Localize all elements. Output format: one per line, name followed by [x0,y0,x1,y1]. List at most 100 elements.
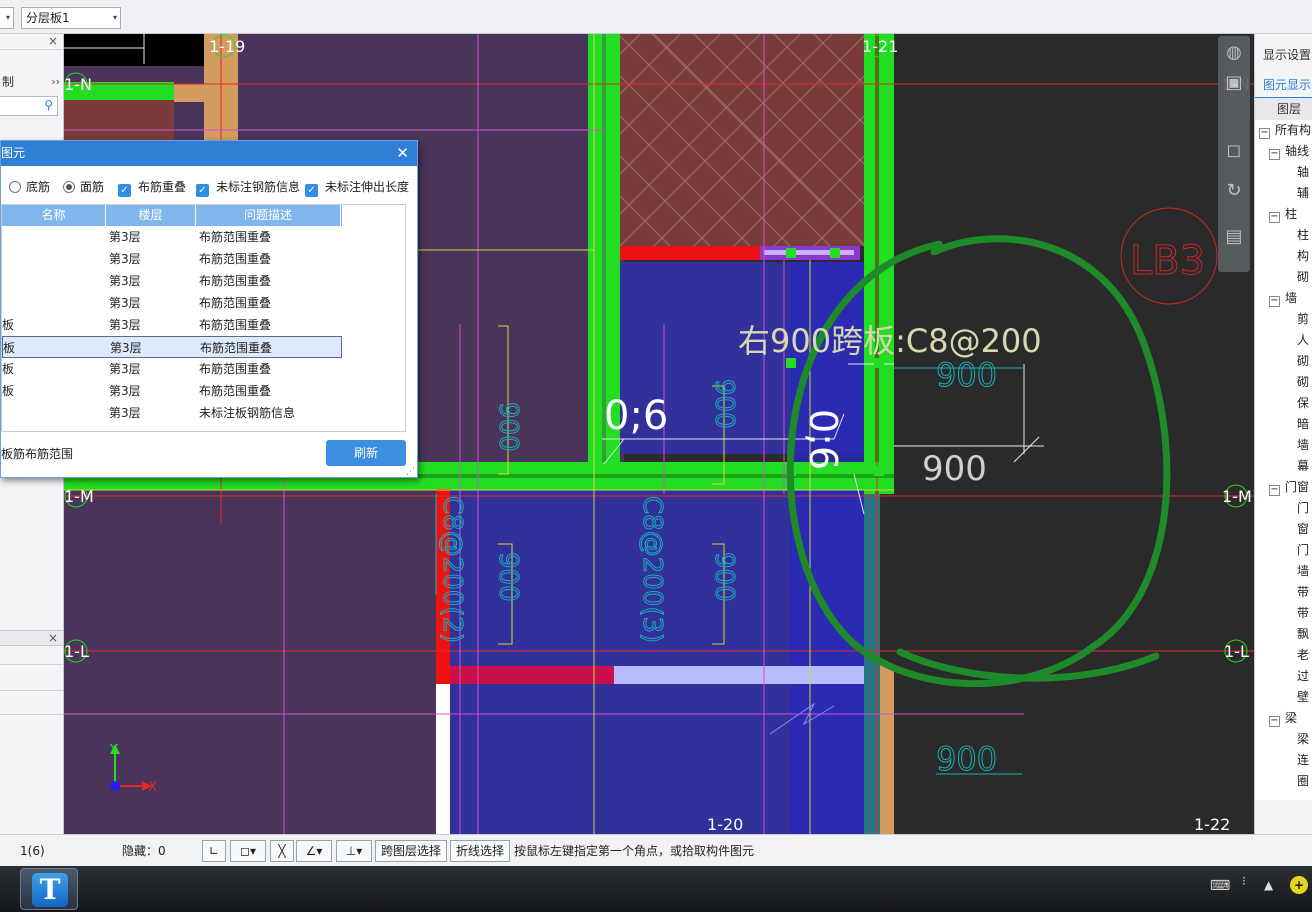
tree-item[interactable]: 剪 [1297,309,1309,330]
tree-item[interactable]: 带 [1297,582,1309,603]
checkbox-overlap[interactable]: ✓ 布筋重叠 [118,177,186,197]
table-row[interactable]: 第3层 布筋范围重叠 [2,248,342,270]
ortho-toggle[interactable]: ∟ [202,840,226,862]
tree-item[interactable]: 构 [1297,246,1309,267]
tab-element-display[interactable]: 图元显示 [1255,72,1312,98]
checkbox-label: 未标注伸出长度 [325,180,410,194]
radio-top-rebar[interactable]: 面筋 [63,177,104,197]
tree-item-label: 砌 [1297,354,1310,368]
polyline-select-button[interactable]: 折线选择 [450,840,510,862]
tree-item[interactable]: − 门窗 [1269,477,1309,498]
table-row[interactable]: 第3层 布筋范围重叠 [2,226,342,248]
expand-icon[interactable]: ›› [51,72,60,92]
layout-icon[interactable]: ▤ [1223,226,1245,248]
close-icon[interactable]: × [48,34,58,48]
tree-item[interactable]: 门 [1297,498,1309,519]
tree-item[interactable]: 圈 [1297,771,1309,792]
table-row[interactable]: 第3层 布筋范围重叠 [2,270,342,292]
table-row[interactable]: 第3层 布筋范围重叠 [2,292,342,314]
resize-grip-icon[interactable]: ⋰ [406,467,415,477]
tree-item[interactable]: 砌 [1297,372,1309,393]
tree-item[interactable]: 保 [1297,393,1309,414]
dialog-titlebar[interactable]: 图元 ✕ [1,141,417,166]
tree-item-label: 梁 [1297,732,1310,746]
column-header-name[interactable]: 名称 [2,205,106,226]
left-panel-item[interactable]: 制 ›› [0,72,63,92]
tree-item[interactable]: 连 [1297,750,1309,771]
tree-item[interactable]: − 柱 [1269,204,1297,225]
refresh-button[interactable]: 刷新 [326,440,406,466]
tree-item[interactable]: − 墙 [1269,288,1297,309]
tree-item[interactable]: 壁 [1297,687,1309,708]
tree-item[interactable]: − 梁 [1269,708,1297,729]
keyboard-icon[interactable]: ⌨ [1210,878,1230,894]
table-row[interactable]: 板 第3层 布筋范围重叠 [2,314,342,336]
tree-item[interactable]: 人 [1297,330,1309,351]
tree-item[interactable]: 砌 [1297,267,1309,288]
tree-item[interactable]: 门 [1297,540,1309,561]
tree-item[interactable]: 带 [1297,603,1309,624]
dialog-title: 图元 [1,146,26,160]
tree-item[interactable]: 幕 [1297,456,1309,477]
dim-label-900-a: 900 [493,402,523,452]
plus-tray-icon[interactable]: + [1290,876,1308,894]
tree-item[interactable]: 窗 [1297,519,1309,540]
filter-options: 底筋 面筋 ✓ 布筋重叠 ✓ 未标注钢筋信息 ✓ 未标注伸出长度 [1,177,417,197]
tree-item-label: 墙 [1297,564,1310,578]
tray-chevron-icon[interactable]: ⁝ [1242,874,1246,888]
snap-toggle[interactable]: ◻▾ [230,840,266,862]
search-icon: ⚲ [44,98,53,112]
collapse-icon[interactable]: − [1269,212,1280,223]
collapse-icon[interactable]: − [1269,296,1280,307]
tree-item[interactable]: 飘 [1297,624,1309,645]
close-icon[interactable]: × [48,631,58,645]
tree-item[interactable]: 辅 [1297,183,1309,204]
layer-type-dropdown[interactable]: ▾ [0,7,14,29]
dim-900-white: 900 [922,449,987,489]
tree-item[interactable]: 暗 [1297,414,1309,435]
tree-item-label: 带 [1297,585,1310,599]
tree-item-label: 柱 [1297,228,1310,242]
taskbar-app-button[interactable]: T [20,868,78,910]
table-row[interactable]: 板 第3层 布筋范围重叠 [2,358,342,380]
box-view-icon[interactable]: ◻ [1223,140,1245,162]
tree-item[interactable]: 墙 [1297,435,1309,456]
axis-label-1-l-right: 1-L [1224,642,1249,661]
cross-layer-select-button[interactable]: 跨图层选择 [375,840,447,862]
tree-item[interactable]: 过 [1297,666,1309,687]
cell-name: 板 [2,362,15,376]
tree-item[interactable]: − 轴线 [1269,141,1309,162]
table-row[interactable]: 板 第3层 布筋范围重叠 [2,336,342,358]
left-search-input[interactable]: ⚲ [0,96,58,116]
collapse-icon[interactable]: − [1259,128,1270,139]
close-icon[interactable]: ✕ [396,141,409,166]
tree-item-label: 柱 [1285,207,1298,221]
collapse-icon[interactable]: − [1269,149,1280,160]
table-row[interactable]: 板 第3层 布筋范围重叠 [2,380,342,402]
cross-toggle[interactable]: ╳ [270,840,294,862]
tree-item[interactable]: − 所有构 [1259,120,1311,141]
tree-item[interactable]: 墙 [1297,561,1309,582]
column-header-issue[interactable]: 问题描述 [196,205,341,226]
rotate-icon[interactable]: ↻ [1223,180,1245,202]
checkbox-unlabeled-extension[interactable]: ✓ 未标注伸出长度 [305,177,409,197]
tree-item[interactable]: 梁 [1297,729,1309,750]
layer-select[interactable]: 分层板1 ▾ [21,7,121,29]
orbit-icon[interactable]: ◍ [1223,42,1245,64]
radio-bottom-rebar[interactable]: 底筋 [9,177,50,197]
tree-item[interactable]: 轴 [1297,162,1309,183]
tree-item[interactable]: 柱 [1297,225,1309,246]
tree-item[interactable]: 砌 [1297,351,1309,372]
angle-toggle[interactable]: ∠▾ [296,840,332,862]
tree-item-label: 门 [1297,501,1310,515]
tree-item[interactable]: 老 [1297,645,1309,666]
collapse-icon[interactable]: − [1269,716,1280,727]
column-header-floor[interactable]: 楼层 [106,205,196,226]
offset-toggle[interactable]: ⊥▾ [336,840,372,862]
collapse-icon[interactable]: − [1269,485,1280,496]
table-row[interactable]: 第3层 未标注板钢筋信息 [2,402,342,424]
checkbox-unlabeled-rebar[interactable]: ✓ 未标注钢筋信息 [196,177,300,197]
view-cube-icon[interactable]: ▣ [1223,72,1245,94]
cell-issue: 未标注板钢筋信息 [199,406,296,420]
show-hidden-icons[interactable]: ▲ [1264,878,1273,892]
